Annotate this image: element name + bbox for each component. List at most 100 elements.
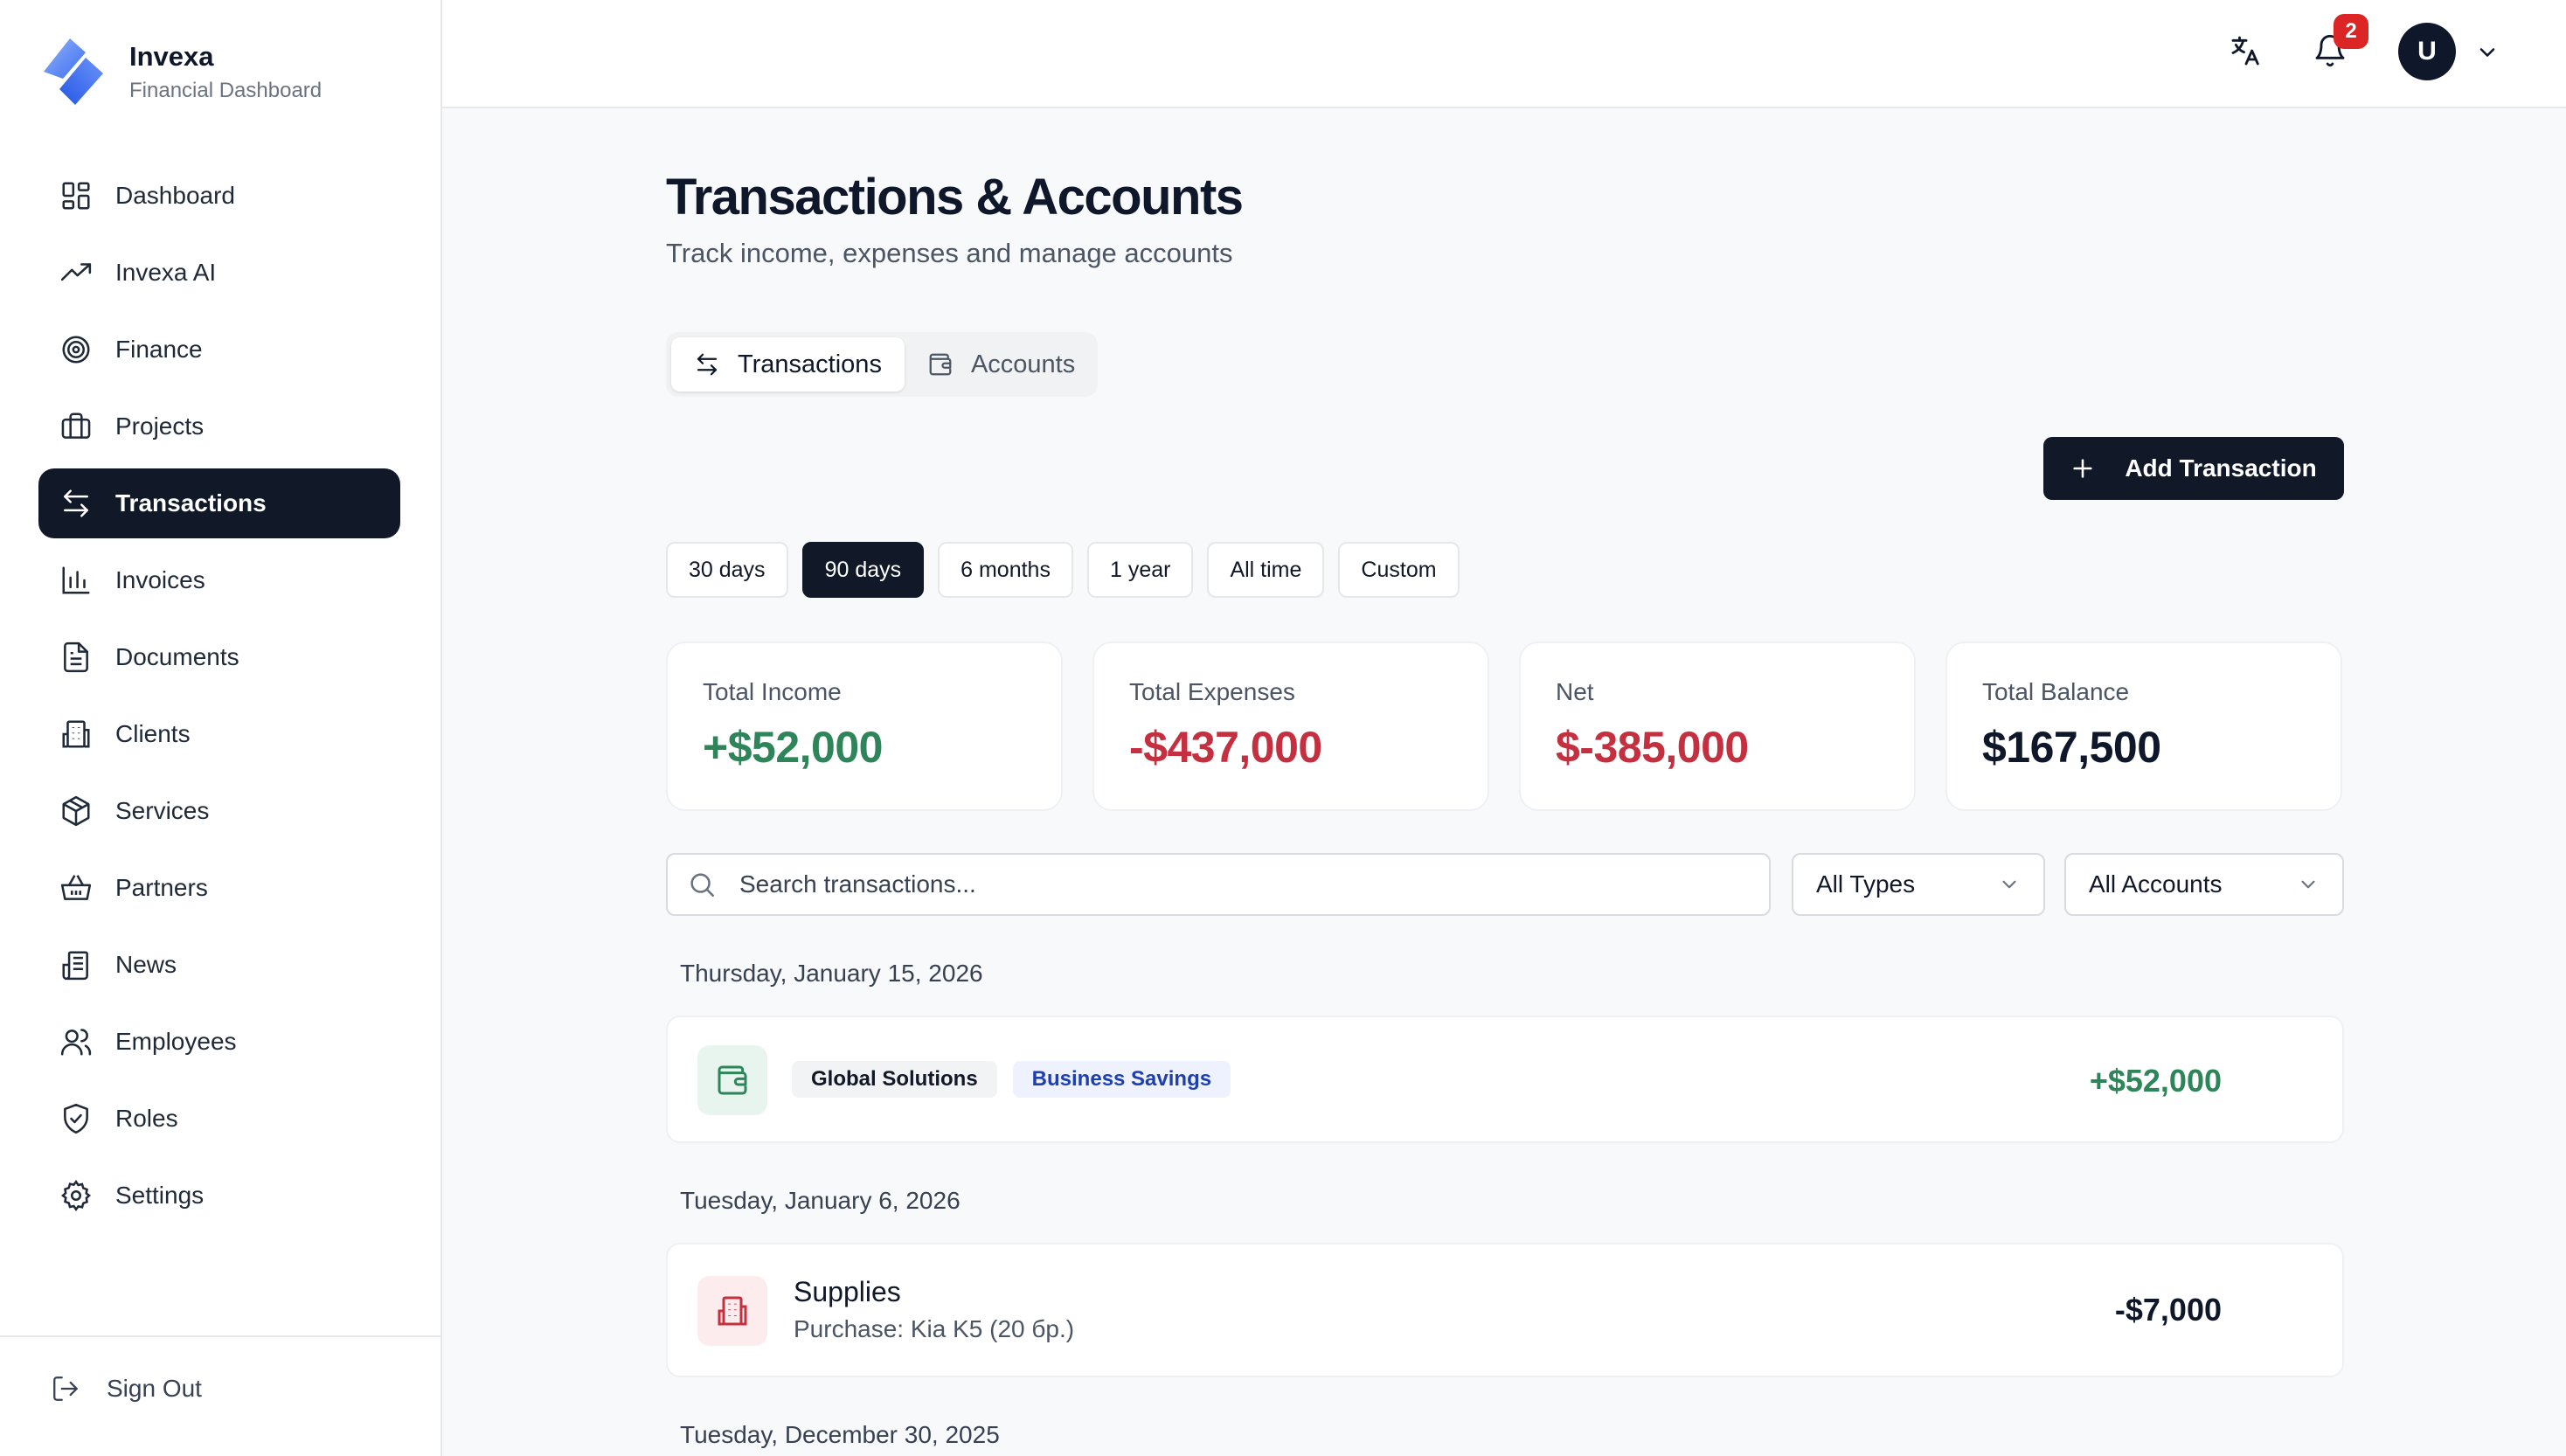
arrows-left-right-icon <box>697 353 718 376</box>
building-icon <box>62 720 90 748</box>
sidebar-item-invoices[interactable]: Invoices <box>38 545 400 615</box>
page-title: Transactions & Accounts <box>666 169 1244 225</box>
document-icon <box>64 641 88 673</box>
period-6-months[interactable]: 6 months <box>938 542 1073 598</box>
sidebar-item-label: Clients <box>115 720 191 747</box>
transaction-row[interactable]: Global Solutions Business Savings +$52,0… <box>666 1016 2344 1143</box>
sidebar-item-dashboard[interactable]: Dashboard <box>38 161 400 231</box>
stat-label: Total Balance <box>1982 678 2130 705</box>
transaction-type-badge <box>697 1276 767 1346</box>
stat-value: +$52,000 <box>703 723 883 772</box>
stat-card-net: Net $-385,000 <box>1519 641 1916 811</box>
package-icon <box>62 795 90 827</box>
stat-card-total-balance: Total Balance $167,500 <box>1945 641 2342 811</box>
transaction-type-badge <box>697 1045 767 1115</box>
period-filter: 30 days 90 days 6 months 1 year All time… <box>666 542 1474 598</box>
account-select[interactable]: All Accounts <box>2064 853 2344 916</box>
wallet-icon <box>718 1065 747 1095</box>
sidebar-item-label: Employees <box>115 1028 237 1055</box>
trending-up-icon <box>60 263 92 281</box>
main-content: Transactions & Accounts Track income, ex… <box>442 108 2566 1456</box>
briefcase-icon <box>61 413 91 439</box>
tab-label: Transactions <box>738 350 882 378</box>
transaction-details: Supplies Purchase: Kia K5 (20 бр.) <box>794 1276 1074 1343</box>
building-icon <box>718 1296 747 1326</box>
period-all-time[interactable]: All time <box>1207 542 1325 598</box>
view-tabs: Transactions Accounts <box>666 332 1098 397</box>
sidebar-item-label: Documents <box>115 643 239 670</box>
transaction-description: Purchase: Kia K5 (20 бр.) <box>794 1315 1075 1342</box>
sidebar-item-settings[interactable]: Settings <box>38 1161 400 1231</box>
stat-label: Net <box>1556 678 1594 705</box>
transaction-row[interactable]: Supplies Purchase: Kia K5 (20 бр.) -$7,0… <box>666 1243 2344 1377</box>
stat-value: -$437,000 <box>1129 723 1322 772</box>
transaction-chips: Global Solutions Business Savings <box>792 1061 1246 1098</box>
sidebar-item-roles[interactable]: Roles <box>38 1084 400 1154</box>
newspaper-icon <box>62 951 88 981</box>
sidebar-item-label: Invexa AI <box>115 259 217 286</box>
transaction-amount: +$52,000 <box>2089 1063 2222 1099</box>
date-group-header: Tuesday, January 6, 2026 <box>680 1187 961 1214</box>
sidebar-nav: Dashboard Invexa AI Finance Projects Tra… <box>38 161 400 1238</box>
sidebar-item-partners[interactable]: Partners <box>38 853 400 923</box>
summary-stats: Total Income +$52,000 Total Expenses -$4… <box>666 641 2342 811</box>
add-transaction-label: Add Transaction <box>2125 454 2317 482</box>
translate-icon[interactable] <box>2229 33 2264 68</box>
type-select[interactable]: All Types <box>1792 853 2045 916</box>
sidebar-item-employees[interactable]: Employees <box>38 1007 400 1077</box>
sidebar-item-label: Services <box>115 797 210 824</box>
brand-subtitle: Financial Dashboard <box>129 78 322 102</box>
sidebar-item-projects[interactable]: Projects <box>38 392 400 461</box>
brand[interactable]: Invexa Financial Dashboard <box>37 35 322 108</box>
sidebar-item-transactions[interactable]: Transactions <box>38 468 400 538</box>
log-out-icon <box>53 1376 78 1401</box>
arrows-left-right-icon <box>64 489 88 517</box>
sidebar-item-clients[interactable]: Clients <box>38 699 400 769</box>
invexa-logo-icon <box>44 38 103 105</box>
sidebar-item-news[interactable]: News <box>38 930 400 1000</box>
chevron-down-icon <box>2301 880 2315 889</box>
notification-badge: 2 <box>2334 14 2368 49</box>
chevron-down-icon[interactable] <box>2475 40 2500 65</box>
date-group-header: Tuesday, December 30, 2025 <box>680 1421 1000 1448</box>
tab-transactions[interactable]: Transactions <box>671 337 905 392</box>
account-chip: Business Savings <box>1012 1061 1231 1098</box>
period-custom[interactable]: Custom <box>1338 542 1460 598</box>
type-select-value: All Types <box>1816 870 1916 898</box>
sidebar-item-label: Invoices <box>115 566 205 593</box>
period-1-year[interactable]: 1 year <box>1086 542 1194 598</box>
transaction-amount: -$7,000 <box>2114 1292 2222 1328</box>
sign-out-label: Sign Out <box>107 1375 202 1402</box>
period-90-days[interactable]: 90 days <box>801 542 925 598</box>
sidebar-item-label: Roles <box>115 1105 178 1132</box>
wallet-icon <box>929 353 952 376</box>
gear-icon <box>60 1179 92 1212</box>
bar-chart-icon <box>62 566 90 594</box>
plus-icon <box>2073 459 2092 478</box>
sidebar-item-documents[interactable]: Documents <box>38 622 400 692</box>
sidebar-item-label: Settings <box>115 1182 205 1209</box>
transaction-title: Supplies <box>794 1276 901 1307</box>
dashboard-icon <box>62 182 90 210</box>
sidebar-item-invexa-ai[interactable]: Invexa AI <box>38 238 400 308</box>
chevron-down-icon <box>2002 880 2016 889</box>
date-group-header: Thursday, January 15, 2026 <box>680 960 983 987</box>
sidebar-footer: Sign Out <box>0 1335 440 1456</box>
sign-out-button[interactable]: Sign Out <box>51 1374 202 1404</box>
brand-name: Invexa <box>129 41 214 73</box>
stat-label: Total Expenses <box>1129 678 1295 705</box>
sidebar-item-services[interactable]: Services <box>38 776 400 846</box>
period-30-days[interactable]: 30 days <box>666 542 788 598</box>
tab-accounts[interactable]: Accounts <box>905 337 1098 392</box>
add-transaction-button[interactable]: Add Transaction <box>2043 437 2344 500</box>
user-avatar[interactable]: U <box>2398 23 2456 80</box>
stat-value: $-385,000 <box>1556 723 1749 772</box>
sidebar-item-label: Projects <box>115 413 205 440</box>
search-input[interactable] <box>739 870 1744 898</box>
party-chip: Global Solutions <box>792 1061 997 1098</box>
sidebar-item-finance[interactable]: Finance <box>38 315 400 385</box>
sidebar-item-label: News <box>115 951 177 978</box>
stat-label: Total Income <box>703 678 842 705</box>
search-icon <box>690 873 715 898</box>
target-icon <box>62 336 90 364</box>
